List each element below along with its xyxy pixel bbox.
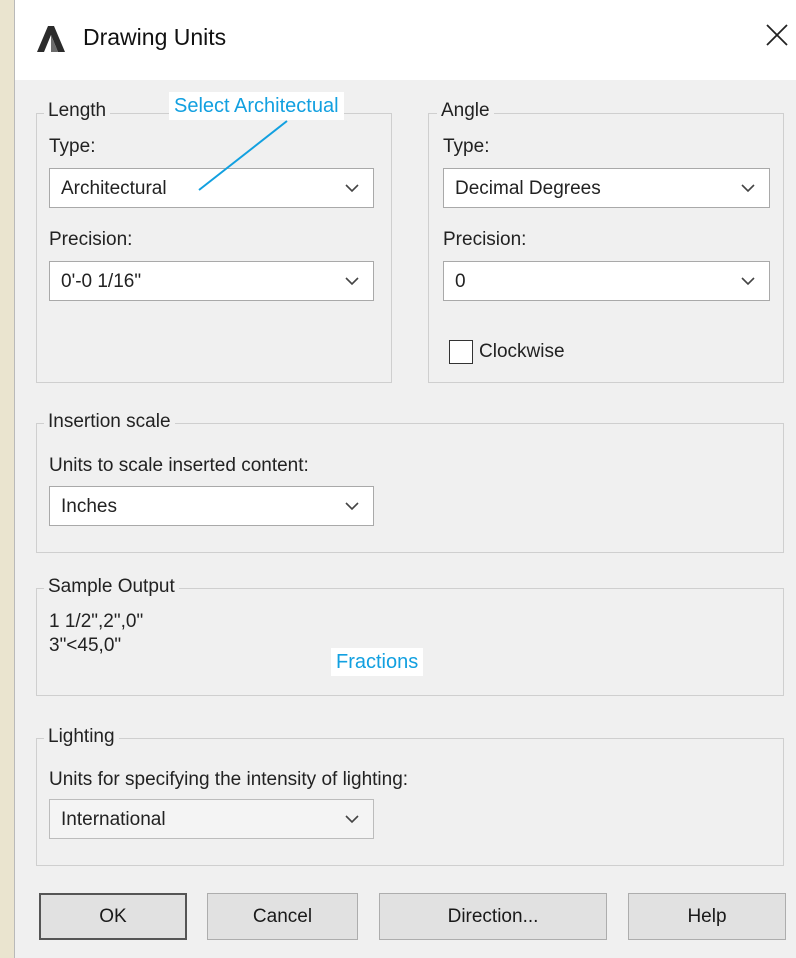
sample-output-group [36, 588, 784, 696]
ok-button[interactable]: OK [39, 893, 187, 940]
clockwise-checkbox[interactable] [449, 340, 473, 364]
drawing-units-dialog: Drawing Units Length Type: Architectural… [14, 0, 796, 958]
angle-precision-value: 0 [455, 271, 466, 292]
angle-precision-select[interactable]: 0 [443, 261, 770, 301]
lighting-legend: Lighting [44, 726, 119, 748]
title-bar: Drawing Units [15, 0, 796, 80]
clockwise-label[interactable]: Clockwise [479, 341, 565, 363]
sample-output-line-2: 3"<45,0" [49, 635, 122, 656]
cancel-button[interactable]: Cancel [207, 893, 358, 940]
angle-type-value: Decimal Degrees [455, 178, 601, 199]
length-precision-select[interactable]: 0'-0 1/16" [49, 261, 374, 301]
insertion-scale-legend: Insertion scale [44, 411, 175, 433]
length-precision-label: Precision: [49, 229, 133, 250]
angle-precision-label: Precision: [443, 229, 527, 250]
help-button[interactable]: Help [628, 893, 786, 940]
length-type-value: Architectural [61, 178, 167, 199]
insertion-units-label: Units to scale inserted content: [49, 455, 309, 476]
chevron-down-icon [345, 815, 359, 824]
annotation-fractions: Fractions [331, 648, 424, 676]
chevron-down-icon [741, 184, 755, 193]
chevron-down-icon [345, 502, 359, 511]
chevron-down-icon [345, 277, 359, 286]
dialog-title: Drawing Units [83, 24, 227, 50]
lighting-units-select[interactable]: International [49, 799, 374, 839]
insertion-units-select[interactable]: Inches [49, 486, 374, 526]
annotation-select-architectual: Select Architectual [169, 92, 344, 120]
autocad-a-icon [37, 26, 65, 52]
angle-type-label: Type: [443, 136, 490, 157]
close-icon[interactable] [764, 22, 790, 48]
length-type-select[interactable]: Architectural [49, 168, 374, 208]
lighting-units-label: Units for specifying the intensity of li… [49, 769, 409, 790]
lighting-units-value: International [61, 809, 166, 830]
insertion-units-value: Inches [61, 496, 117, 517]
sample-output-line-1: 1 1/2",2",0" [49, 611, 144, 632]
chevron-down-icon [741, 277, 755, 286]
sample-output-legend: Sample Output [44, 576, 179, 598]
angle-legend: Angle [437, 100, 494, 122]
chevron-down-icon [345, 184, 359, 193]
length-precision-value: 0'-0 1/16" [61, 271, 142, 292]
angle-type-select[interactable]: Decimal Degrees [443, 168, 770, 208]
length-type-label: Type: [49, 136, 96, 157]
direction-button[interactable]: Direction... [379, 893, 607, 940]
length-legend: Length [44, 100, 111, 122]
